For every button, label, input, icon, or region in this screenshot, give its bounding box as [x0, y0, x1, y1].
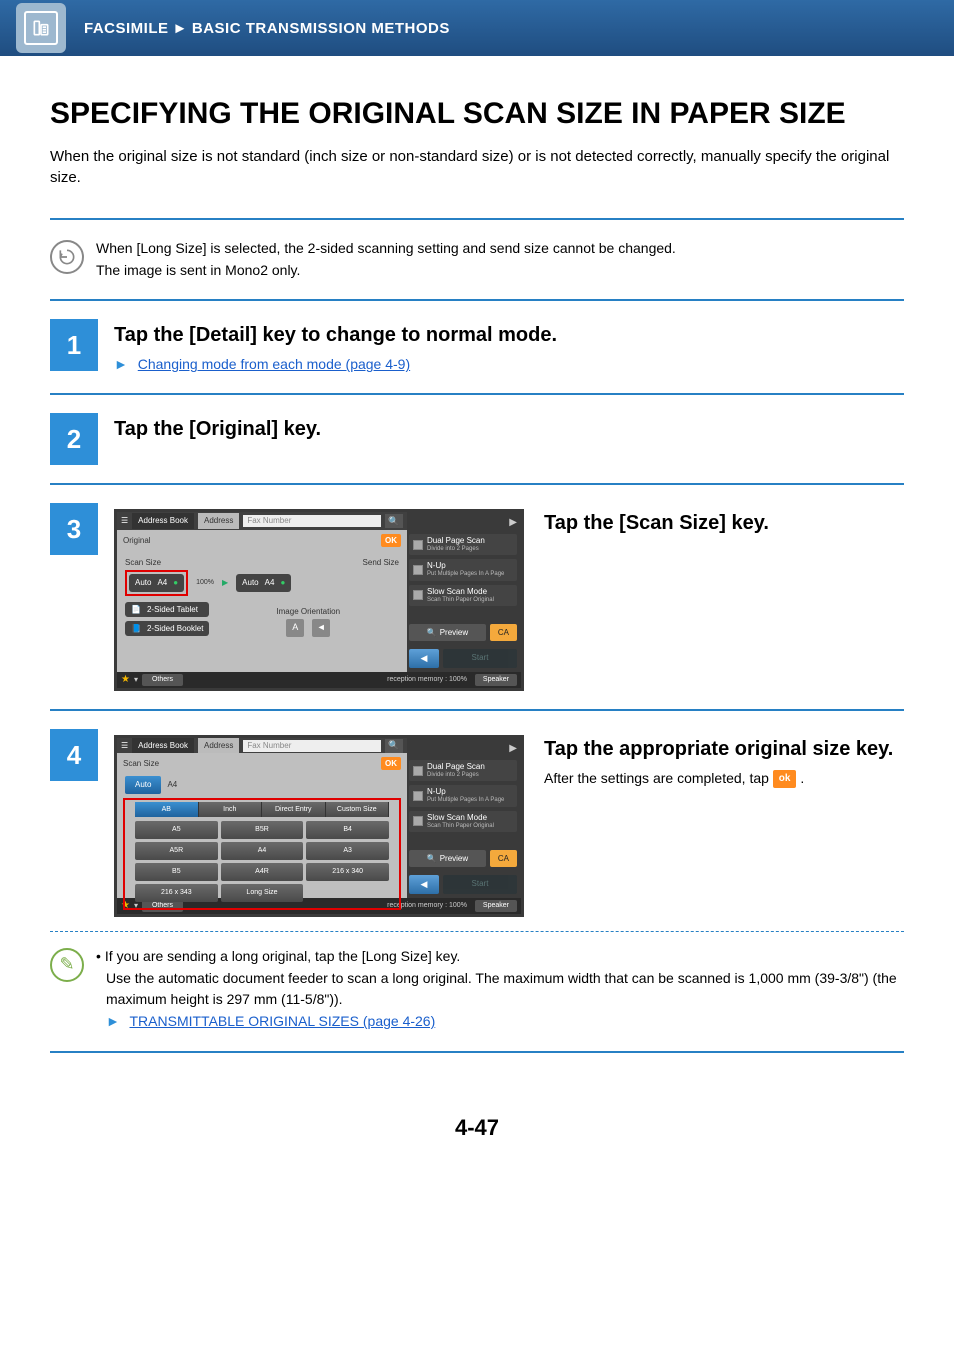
- nup-option[interactable]: N-UpPut Multiple Pages In A Page: [409, 785, 517, 806]
- arrow-icon: ►: [106, 1013, 120, 1029]
- dropdown-icon[interactable]: ▾: [134, 674, 138, 685]
- auto-button[interactable]: Auto: [125, 776, 161, 793]
- slow-scan-option[interactable]: Slow Scan ModeScan Thin Paper Original: [409, 585, 517, 606]
- two-sided-tablet-button[interactable]: 📄2-Sided Tablet: [125, 602, 209, 617]
- send-size-button[interactable]: AutoA4●: [236, 574, 291, 591]
- size-a4r[interactable]: A4R: [221, 863, 304, 881]
- hamburger-icon[interactable]: ☰: [121, 515, 128, 526]
- size-a5r[interactable]: A5R: [135, 842, 218, 860]
- orientation-portrait[interactable]: A: [286, 619, 304, 637]
- dual-page-scan-option[interactable]: Dual Page ScanDivide into 2 Pages: [409, 534, 517, 555]
- size-b5r[interactable]: B5R: [221, 821, 304, 839]
- orientation-landscape[interactable]: ◄: [312, 619, 330, 637]
- tip-line1: If you are sending a long original, tap …: [105, 948, 460, 964]
- arrow-icon: ▶: [222, 577, 228, 588]
- screenshot-step4: ☰ Address Book Address Fax Number 🔍 Scan…: [114, 735, 524, 917]
- ca-button[interactable]: CA: [490, 850, 517, 867]
- size-216x340[interactable]: 216 x 340: [306, 863, 389, 881]
- ok-icon-inline: ok: [773, 770, 797, 788]
- tab-ab[interactable]: AB: [135, 802, 199, 818]
- preview-button[interactable]: 🔍Preview: [409, 624, 486, 641]
- tab-custom-size[interactable]: Custom Size: [326, 802, 390, 818]
- step4-title: Tap the appropriate original size key.: [544, 735, 904, 763]
- search-icon[interactable]: 🔍: [385, 739, 403, 753]
- step-number-3: 3: [50, 503, 98, 555]
- note-line1: When [Long Size] is selected, the 2-side…: [96, 238, 676, 260]
- breadcrumb-sep: ►: [173, 18, 188, 39]
- size-b5[interactable]: B5: [135, 863, 218, 881]
- note-text: When [Long Size] is selected, the 2-side…: [96, 238, 676, 281]
- size-a4[interactable]: A4: [221, 842, 304, 860]
- header-bar: FACSIMILE ► BASIC TRANSMISSION METHODS: [0, 0, 954, 56]
- preview-button[interactable]: 🔍Preview: [409, 850, 486, 867]
- note-line2: The image is sent in Mono2 only.: [96, 260, 676, 282]
- start-button[interactable]: Start: [443, 875, 517, 894]
- breadcrumb-section: FACSIMILE: [84, 18, 169, 39]
- send-size-label: Send Size: [363, 557, 399, 568]
- tip-link[interactable]: TRANSMITTABLE ORIGINAL SIZES (page 4-26): [130, 1013, 436, 1029]
- expand-icon[interactable]: ▶: [409, 742, 517, 756]
- step1-link[interactable]: Changing mode from each mode (page 4-9): [138, 356, 410, 372]
- step2-title: Tap the [Original] key.: [114, 415, 904, 443]
- dual-page-scan-option[interactable]: Dual Page ScanDivide into 2 Pages: [409, 760, 517, 781]
- expand-icon[interactable]: ▶: [409, 516, 517, 530]
- tip-line2: Use the automatic document feeder to sca…: [106, 968, 904, 1011]
- fax-number-input[interactable]: Fax Number: [243, 515, 381, 527]
- step-number-2: 2: [50, 413, 98, 465]
- tab-direct-entry[interactable]: Direct Entry: [262, 802, 326, 818]
- section-icon: [16, 3, 66, 53]
- tab-inch[interactable]: Inch: [199, 802, 263, 818]
- others-button[interactable]: Others: [142, 674, 183, 686]
- size-216x343[interactable]: 216 x 343: [135, 884, 218, 902]
- speaker-button[interactable]: Speaker: [475, 900, 517, 912]
- image-orientation-label: Image Orientation: [217, 606, 399, 617]
- play-button[interactable]: ◀: [409, 875, 439, 894]
- tip-text: •If you are sending a long original, tap…: [96, 946, 904, 1033]
- search-icon[interactable]: 🔍: [385, 514, 403, 528]
- breadcrumb-subsection: BASIC TRANSMISSION METHODS: [192, 18, 450, 39]
- scan-size-button[interactable]: AutoA4●: [129, 574, 184, 591]
- screenshot-step3: ☰ Address Book Address Fax Number 🔍 Orig…: [114, 509, 524, 691]
- step1-title: Tap the [Detail] key to change to normal…: [114, 321, 904, 349]
- page-number: 4-47: [50, 1113, 904, 1144]
- size-a3[interactable]: A3: [306, 842, 389, 860]
- size-long[interactable]: Long Size: [221, 884, 304, 902]
- tab-addressbook[interactable]: Address Book: [132, 738, 194, 753]
- favorite-icon[interactable]: ★: [121, 673, 130, 687]
- scan-size-label: Scan Size: [125, 557, 161, 568]
- fax-icon: [24, 11, 58, 45]
- ok-button[interactable]: OK: [381, 757, 401, 770]
- size-a5[interactable]: A5: [135, 821, 218, 839]
- step-number-4: 4: [50, 729, 98, 781]
- size-b4[interactable]: B4: [306, 821, 389, 839]
- ok-button[interactable]: OK: [381, 534, 401, 547]
- current-size-label: A4: [167, 779, 177, 790]
- slow-scan-option[interactable]: Slow Scan ModeScan Thin Paper Original: [409, 811, 517, 832]
- info-icon: [50, 240, 84, 274]
- step3-title: Tap the [Scan Size] key.: [544, 509, 904, 537]
- two-sided-booklet-button[interactable]: 📘2-Sided Booklet: [125, 621, 209, 636]
- play-button[interactable]: ◀: [409, 649, 439, 668]
- page-title: SPECIFYING THE ORIGINAL SCAN SIZE IN PAP…: [50, 96, 904, 132]
- ca-button[interactable]: CA: [490, 624, 517, 641]
- hamburger-icon[interactable]: ☰: [121, 740, 128, 751]
- arrow-icon: ►: [114, 356, 128, 372]
- panel-title-original: Original: [123, 535, 151, 546]
- speaker-button[interactable]: Speaker: [475, 674, 517, 686]
- scale-percent: 100%: [196, 578, 214, 588]
- fax-number-input[interactable]: Fax Number: [243, 740, 381, 752]
- start-button[interactable]: Start: [443, 649, 517, 668]
- tab-address[interactable]: Address: [198, 738, 239, 753]
- intro-text: When the original size is not standard (…: [50, 146, 904, 188]
- step4-after: After the settings are completed, tap ok…: [544, 769, 904, 789]
- tab-address[interactable]: Address: [198, 513, 239, 528]
- tip-icon: ✎: [50, 948, 84, 982]
- nup-option[interactable]: N-UpPut Multiple Pages In A Page: [409, 559, 517, 580]
- reception-memory: reception memory : 100%: [387, 675, 467, 685]
- panel-title-scansize: Scan Size: [123, 758, 159, 769]
- step1-link-row: ► Changing mode from each mode (page 4-9…: [114, 355, 904, 375]
- tab-addressbook[interactable]: Address Book: [132, 513, 194, 528]
- step-number-1: 1: [50, 319, 98, 371]
